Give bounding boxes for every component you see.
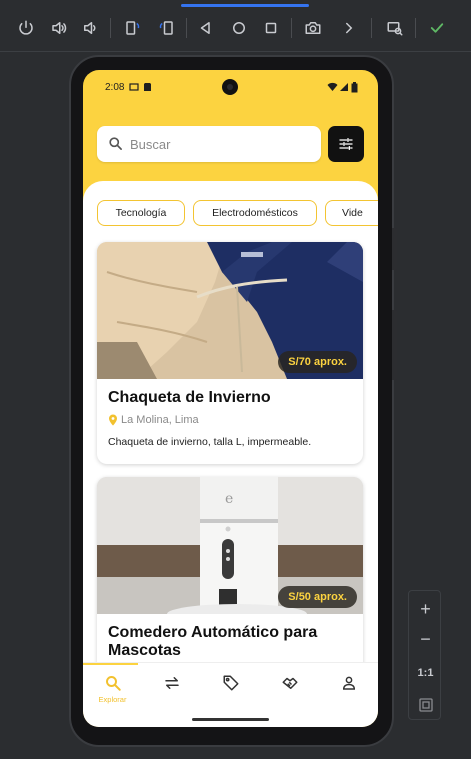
sd-card-icon <box>144 83 151 91</box>
location-text: La Molina, Lima <box>121 414 199 426</box>
device-power-button <box>392 310 397 380</box>
device-mirror-icon[interactable] <box>384 17 406 39</box>
zoom-fit-button[interactable] <box>409 691 442 719</box>
toolbar-focus-indicator <box>181 4 309 7</box>
home-icon[interactable] <box>228 17 250 39</box>
nav-acuerdos[interactable] <box>260 663 319 713</box>
tag-icon <box>223 675 238 691</box>
battery-icon <box>351 82 358 93</box>
zoom-panel: + − 1:1 <box>408 590 441 720</box>
location-pin-icon <box>109 414 117 426</box>
device-volume-button <box>392 228 397 270</box>
nav-explorar[interactable]: Explorar <box>83 663 142 713</box>
front-camera <box>222 79 238 95</box>
tune-icon <box>339 138 353 150</box>
nav-intercambios[interactable] <box>142 663 201 713</box>
toolbar-separator <box>110 18 111 38</box>
toolbar-separator <box>371 18 372 38</box>
chip-electrodomesticos[interactable]: Electrodomésticos <box>193 200 317 226</box>
volume-up-icon[interactable] <box>48 17 70 39</box>
price-badge: S/70 aprox. <box>278 351 357 373</box>
svg-text:e: e <box>225 491 233 507</box>
rotate-left-icon[interactable] <box>122 17 144 39</box>
search-bar[interactable] <box>97 126 321 162</box>
handshake-icon <box>282 677 297 689</box>
category-chips: Tecnología Electrodomésticos Vide <box>97 200 378 226</box>
toolbar-separator <box>291 18 292 38</box>
nav-perfil[interactable] <box>319 663 378 713</box>
device-screen: 2:08 Tecnología Electrodomésticos Vide <box>83 70 378 727</box>
bottom-navigation: Explorar <box>83 662 378 727</box>
power-icon[interactable] <box>15 17 37 39</box>
search-input[interactable] <box>130 133 310 155</box>
back-icon[interactable] <box>195 17 217 39</box>
status-time: 2:08 <box>105 82 125 93</box>
nav-ofertas[interactable] <box>201 663 260 713</box>
zoom-ratio-label: 1:1 <box>417 667 434 679</box>
search-icon <box>105 676 121 691</box>
listing-card[interactable]: e S/50 aprox. Comedero Automático para M… <box>97 477 363 662</box>
chip-video[interactable]: Vide <box>325 200 378 226</box>
person-icon <box>342 676 355 690</box>
emulator-toolbar <box>0 0 471 52</box>
search-icon <box>109 137 122 150</box>
swap-icon <box>164 677 179 689</box>
status-bar: 2:08 <box>83 70 378 104</box>
toolbar-separator <box>186 18 187 38</box>
fit-screen-icon <box>418 698 433 712</box>
content-sheet: Tecnología Electrodomésticos Vide S/70 a… <box>83 181 378 662</box>
toolbar-separator <box>415 18 416 38</box>
price-badge: S/50 aprox. <box>278 586 357 608</box>
nav-label: Explorar <box>98 695 127 704</box>
wifi-icon <box>327 82 338 91</box>
chip-tecnologia[interactable]: Tecnología <box>97 200 185 226</box>
check-icon[interactable] <box>426 17 448 39</box>
gesture-handle[interactable] <box>192 718 269 721</box>
zoom-in-button[interactable]: + <box>409 595 442 623</box>
listing-title: Comedero Automático para Mascotas <box>108 624 318 659</box>
nav-active-indicator <box>83 663 138 665</box>
rotate-right-icon[interactable] <box>155 17 177 39</box>
signal-icon <box>340 83 348 91</box>
more-icon[interactable] <box>338 17 360 39</box>
overview-icon[interactable] <box>260 17 282 39</box>
screen-record-icon <box>129 83 139 91</box>
listing-card[interactable]: S/70 aprox. Chaqueta de Invierno La Moli… <box>97 242 363 464</box>
toolbar-border <box>0 51 471 52</box>
zoom-actual-size-button[interactable]: 1:1 <box>409 659 442 687</box>
listing-location: La Molina, Lima <box>108 414 199 426</box>
volume-down-icon[interactable] <box>79 17 101 39</box>
zoom-out-button[interactable]: − <box>409 625 442 653</box>
listing-title: Chaqueta de Invierno <box>108 389 271 406</box>
filter-button[interactable] <box>328 126 364 162</box>
listing-description: Chaqueta de invierno, talla L, impermeab… <box>108 436 312 448</box>
screenshot-icon[interactable] <box>302 17 324 39</box>
